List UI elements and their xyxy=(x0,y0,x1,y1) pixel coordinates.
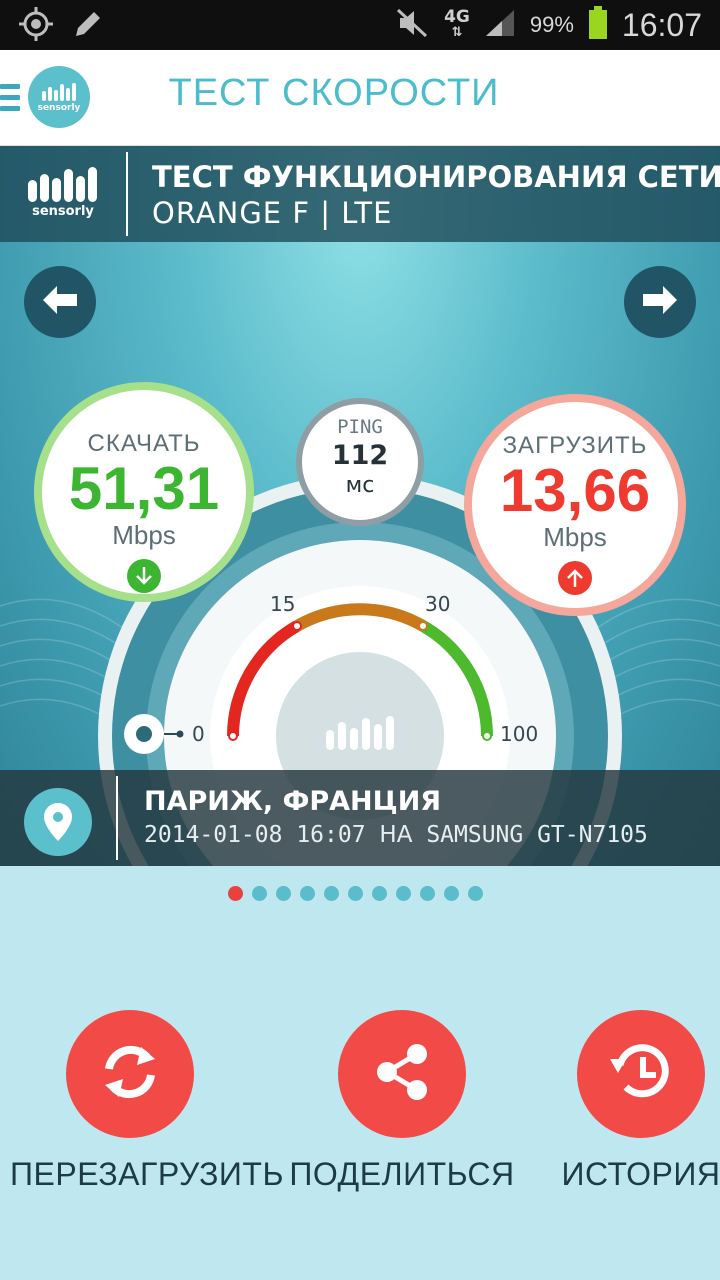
share-button[interactable] xyxy=(338,1010,466,1138)
upload-unit: Mbps xyxy=(543,522,607,552)
app-bar: sensorly ТЕСТ СКОРОСТИ xyxy=(0,50,720,146)
previous-button[interactable] xyxy=(24,266,96,338)
restart-action[interactable]: ПЕРЕЗАГРУЗИТЬ xyxy=(10,1010,284,1193)
ping-label: PING xyxy=(337,416,383,438)
share-label: ПОДЕЛИТЬСЯ xyxy=(289,1156,515,1192)
page-dot[interactable] xyxy=(252,886,267,901)
ping-result: PING 112 мс xyxy=(296,398,424,526)
arrow-right-icon xyxy=(643,286,677,318)
on-label: НА xyxy=(379,822,413,848)
location-pin-icon[interactable] xyxy=(24,788,92,856)
page-dot[interactable] xyxy=(300,886,315,901)
history-action[interactable]: ИСТОРИЯ xyxy=(546,1010,720,1193)
mute-icon xyxy=(396,8,430,42)
history-label: ИСТОРИЯ xyxy=(561,1156,720,1192)
test-title: ТЕСТ ФУНКЦИОНИРОВАНИЯ СЕТИ... xyxy=(152,160,720,194)
page-dot[interactable] xyxy=(468,886,483,901)
signal-icon xyxy=(484,8,516,42)
history-button[interactable] xyxy=(577,1010,705,1138)
next-button[interactable] xyxy=(624,266,696,338)
edit-icon xyxy=(70,6,106,46)
page-dot[interactable] xyxy=(276,886,291,901)
arrow-left-icon xyxy=(43,286,77,318)
gauge-tick-100: 100 xyxy=(500,722,539,746)
download-arrow-icon xyxy=(127,559,161,593)
restart-label: ПЕРЕЗАГРУЗИТЬ xyxy=(10,1156,284,1192)
test-meta: 2014-01-08 16:07 НА SAMSUNG GT-N7105 xyxy=(144,822,648,848)
location-city: ПАРИЖ, ФРАНЦИЯ xyxy=(144,786,442,817)
speed-test-result-card: sensorly ТЕСТ ФУНКЦИОНИРОВАНИЯ СЕТИ... O… xyxy=(0,146,720,866)
ping-unit: мс xyxy=(345,473,375,498)
upload-label: ЗАГРУЗИТЬ xyxy=(502,432,648,459)
page-dot[interactable] xyxy=(324,886,339,901)
upload-result: ЗАГРУЗИТЬ 13,66 Mbps xyxy=(464,394,686,616)
page-dot[interactable] xyxy=(372,886,387,901)
restart-button[interactable] xyxy=(66,1010,194,1138)
location-divider xyxy=(116,776,118,860)
download-label: СКАЧАТЬ xyxy=(87,430,201,457)
share-icon xyxy=(367,1037,437,1111)
page-dot[interactable] xyxy=(420,886,435,901)
download-value: 51,31 xyxy=(68,455,220,522)
sensorly-logo: sensorly xyxy=(24,166,102,224)
ping-value: 112 xyxy=(331,440,389,471)
history-icon xyxy=(604,1035,678,1113)
device-model: SAMSUNG GT-N7105 xyxy=(426,822,648,848)
gauge-tick-15: 15 xyxy=(270,592,296,616)
operator-network: ORANGE F | LTE xyxy=(152,196,393,230)
share-action[interactable]: ПОДЕЛИТЬСЯ xyxy=(282,1010,522,1193)
gauge-tick-0: 0 xyxy=(192,722,205,746)
upload-value: 13,66 xyxy=(499,457,651,524)
download-result: СКАЧАТЬ 51,31 Mbps xyxy=(34,382,254,602)
network-4g-icon: 4G ⇅ xyxy=(444,7,470,41)
battery-percent: 99% xyxy=(529,12,574,37)
download-unit: Mbps xyxy=(112,520,176,550)
status-bar: 4G ⇅ 99% 16:07 xyxy=(0,0,720,50)
gps-icon xyxy=(18,6,54,46)
page-dot[interactable] xyxy=(396,886,411,901)
page-indicator[interactable] xyxy=(228,886,483,901)
location-bar: ПАРИЖ, ФРАНЦИЯ 2014-01-08 16:07 НА SAMSU… xyxy=(0,770,720,866)
header-divider xyxy=(126,152,128,236)
test-header: sensorly ТЕСТ ФУНКЦИОНИРОВАНИЯ СЕТИ... O… xyxy=(0,146,720,242)
upload-arrow-icon xyxy=(558,561,592,595)
battery-icon xyxy=(588,6,608,44)
page-dot[interactable] xyxy=(228,886,243,901)
page-dot[interactable] xyxy=(348,886,363,901)
gauge-tick-30: 30 xyxy=(425,592,451,616)
refresh-icon xyxy=(95,1037,165,1111)
page-dot[interactable] xyxy=(444,886,459,901)
test-datetime: 2014-01-08 16:07 xyxy=(144,822,366,848)
clock: 16:07 xyxy=(621,6,702,43)
page-title: ТЕСТ СКОРОСТИ xyxy=(168,72,500,114)
